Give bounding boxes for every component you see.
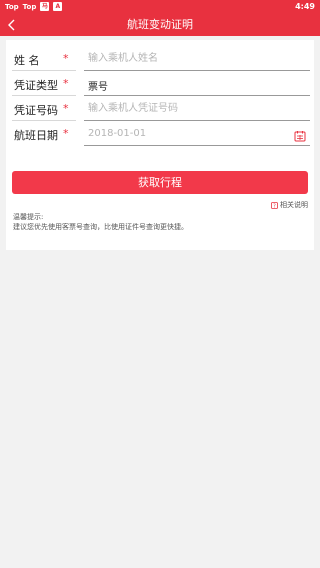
name-row: 姓 名 * (12, 46, 310, 71)
tips-title: 温馨提示: (13, 213, 44, 221)
form-card: 姓 名 * 凭证类型 * 票号 凭证号码 * 航班日期 * 2018-01-01 (6, 40, 314, 250)
app-notification-icon: 马 (40, 2, 50, 11)
help-link[interactable]: ? 相关说明 (271, 200, 308, 210)
doc-number-input[interactable] (84, 96, 310, 121)
tips-text: 建议您优先使用客票号查询，比使用证件号查询更快捷。 (13, 223, 188, 231)
required-mark: * (63, 127, 69, 140)
calendar-icon[interactable] (294, 127, 306, 142)
status-time: 4:49 (295, 2, 315, 11)
passenger-name-input[interactable] (84, 46, 310, 71)
status-bar: Top Top 马 A 4:49 (0, 0, 320, 14)
name-label: 姓 名 (14, 54, 40, 67)
app-notification-icon-2: A (53, 2, 63, 11)
help-label: 相关说明 (280, 201, 308, 209)
doc-number-row: 凭证号码 * (12, 96, 310, 121)
field-underline (84, 145, 310, 146)
required-mark: * (63, 102, 69, 115)
doc-number-label: 凭证号码 (14, 104, 58, 117)
required-mark: * (63, 52, 69, 65)
get-itinerary-button[interactable]: 获取行程 (12, 171, 308, 194)
status-bar-left: Top Top 马 A (5, 2, 63, 11)
flight-date-field[interactable]: 2018-01-01 (88, 128, 146, 139)
header-bar: 航班变动证明 (0, 14, 320, 36)
status-item-top-1: Top (5, 2, 19, 11)
doc-type-select[interactable]: 票号 (88, 78, 108, 93)
page-title: 航班变动证明 (127, 18, 193, 31)
svg-text:?: ? (273, 203, 276, 208)
doc-type-label: 凭证类型 (14, 79, 58, 92)
flight-date-row: 航班日期 * 2018-01-01 (12, 121, 310, 146)
required-mark: * (63, 77, 69, 90)
doc-type-row: 凭证类型 * 票号 (12, 71, 310, 96)
status-item-top-2: Top (22, 2, 37, 11)
help-icon: ? (271, 201, 278, 209)
flight-date-label: 航班日期 (14, 129, 58, 142)
